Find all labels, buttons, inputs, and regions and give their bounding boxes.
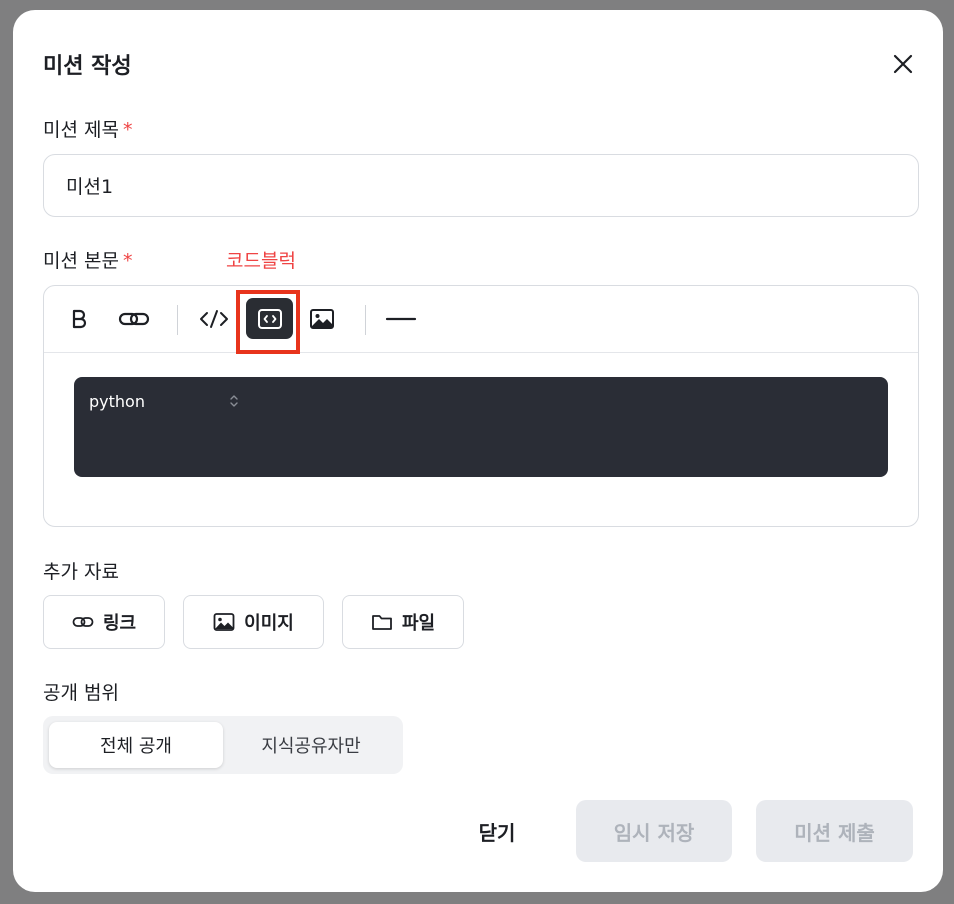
add-image-label: 이미지 <box>244 613 294 634</box>
dialog-title: 미션 작성 <box>43 54 132 79</box>
visibility-option-all[interactable]: 전체 공개 <box>49 722 223 768</box>
add-image-button[interactable]: 이미지 <box>183 595 324 649</box>
language-value: python <box>89 391 145 411</box>
add-file-label: 파일 <box>401 613 436 634</box>
attachments-label: 추가 자료 <box>43 561 119 583</box>
mission-dialog: 미션 작성 미션 제목* 미션 본문* 코드블럭 <box>13 10 943 892</box>
rich-text-editor[interactable]: python <box>43 285 919 527</box>
image-icon <box>310 309 334 329</box>
toolbar-divider <box>365 305 366 335</box>
horizontal-rule-button[interactable] <box>380 298 422 340</box>
language-select[interactable]: python <box>89 389 239 413</box>
editor-toolbar <box>44 286 918 354</box>
code-block-highlight <box>236 290 300 354</box>
inline-code-icon <box>200 310 228 328</box>
link-button[interactable] <box>113 298 155 340</box>
visibility-toggle: 전체 공개 지식공유자만 <box>43 716 403 774</box>
chevron-up-down-icon <box>230 395 238 407</box>
link-icon <box>118 312 150 326</box>
mission-title-label: 미션 제목 * <box>43 119 133 141</box>
add-link-button[interactable]: 링크 <box>43 595 165 649</box>
folder-icon <box>372 615 392 630</box>
mission-body-label: 미션 본문 * <box>43 250 133 272</box>
mission-title-input[interactable] <box>43 154 919 217</box>
close-dialog-button[interactable]: 닫기 <box>450 800 544 862</box>
close-button[interactable] <box>889 50 917 78</box>
visibility-option-sharers[interactable]: 지식공유자만 <box>225 722 397 768</box>
toolbar-divider <box>177 305 178 335</box>
save-draft-button[interactable]: 임시 저장 <box>576 800 732 862</box>
close-icon <box>893 54 913 74</box>
bold-button[interactable] <box>58 298 100 340</box>
inline-code-button[interactable] <box>193 298 235 340</box>
required-mark: * <box>122 250 133 272</box>
code-block[interactable]: python <box>74 377 888 477</box>
code-block-annotation: 코드블럭 <box>226 250 296 272</box>
submit-mission-button[interactable]: 미션 제출 <box>756 800 913 862</box>
required-mark: * <box>122 119 133 141</box>
add-file-button[interactable]: 파일 <box>342 595 464 649</box>
link-icon <box>72 617 94 627</box>
image-button[interactable] <box>301 298 343 340</box>
bold-icon <box>72 309 87 329</box>
add-link-label: 링크 <box>102 613 137 634</box>
image-icon <box>213 613 235 631</box>
visibility-label: 공개 범위 <box>43 682 119 704</box>
horizontal-rule-icon <box>385 317 417 321</box>
